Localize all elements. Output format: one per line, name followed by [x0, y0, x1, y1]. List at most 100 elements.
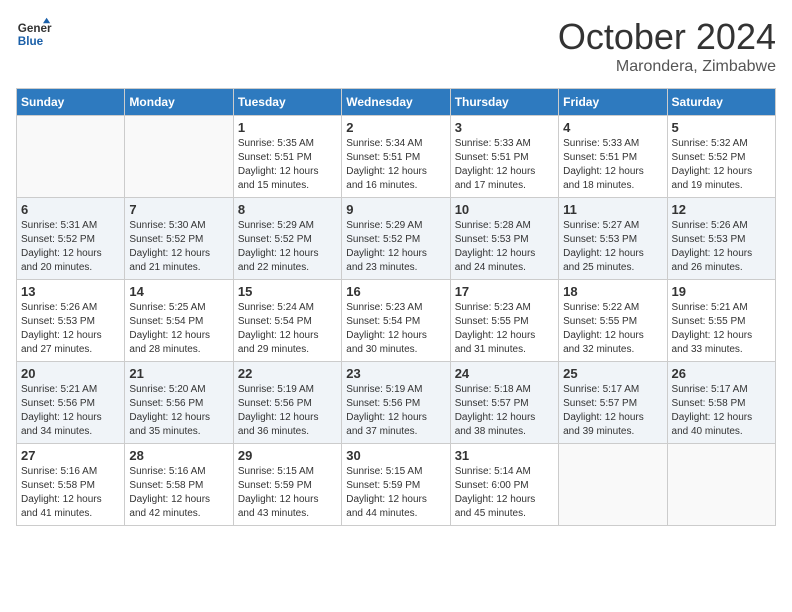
day-info: Sunrise: 5:26 AM Sunset: 5:53 PM Dayligh…	[21, 301, 120, 357]
page-header: General Blue October 2024 Marondera, Zim…	[16, 16, 776, 76]
calendar-week-5: 27 Sunrise: 5:16 AM Sunset: 5:58 PM Dayli…	[17, 444, 776, 526]
day-number: 11	[563, 202, 662, 217]
calendar-cell: 14Sunrise: 5:25 AM Sunset: 5:54 PM Dayli…	[125, 280, 233, 362]
svg-text:Blue: Blue	[18, 35, 44, 48]
day-info: Sunrise: 5:23 AM Sunset: 5:54 PM Dayligh…	[346, 301, 445, 357]
day-info: Sunrise: 5:35 AM Sunset: 5:51 PM Dayligh…	[238, 137, 337, 193]
day-number: 24	[455, 366, 554, 381]
day-number: 22	[238, 366, 337, 381]
day-number: 7	[129, 202, 228, 217]
day-info: Sunrise: 5:15 AM Sunset: 5:59 PM Dayligh…	[238, 465, 337, 521]
weekday-wednesday: Wednesday	[342, 89, 450, 116]
day-number: 27	[21, 448, 120, 463]
day-info: Sunrise: 5:26 AM Sunset: 5:53 PM Dayligh…	[672, 219, 771, 275]
day-number: 29	[238, 448, 337, 463]
calendar-cell: 29 Sunrise: 5:15 AM Sunset: 5:59 PM Dayli…	[233, 444, 341, 526]
calendar-cell: 27 Sunrise: 5:16 AM Sunset: 5:58 PM Dayli…	[17, 444, 125, 526]
weekday-header-row: SundayMondayTuesdayWednesdayThursdayFrid…	[17, 89, 776, 116]
day-number: 16	[346, 284, 445, 299]
day-number: 2	[346, 120, 445, 135]
day-number: 21	[129, 366, 228, 381]
calendar-week-1: 1Sunrise: 5:35 AM Sunset: 5:51 PM Daylig…	[17, 116, 776, 198]
day-number: 18	[563, 284, 662, 299]
calendar-cell: 24 Sunrise: 5:18 AM Sunset: 5:57 PM Dayli…	[450, 362, 558, 444]
calendar-cell: 11Sunrise: 5:27 AM Sunset: 5:53 PM Dayli…	[559, 198, 667, 280]
calendar-cell: 5 Sunrise: 5:32 AM Sunset: 5:52 PM Daylig…	[667, 116, 775, 198]
calendar-cell: 10 Sunrise: 5:28 AM Sunset: 5:53 PM Dayli…	[450, 198, 558, 280]
day-info: Sunrise: 5:18 AM Sunset: 5:57 PM Dayligh…	[455, 383, 554, 439]
calendar-cell: 18 Sunrise: 5:22 AM Sunset: 5:55 PM Dayli…	[559, 280, 667, 362]
day-info: Sunrise: 5:17 AM Sunset: 5:58 PM Dayligh…	[672, 383, 771, 439]
calendar-cell: 6Sunrise: 5:31 AM Sunset: 5:52 PM Daylig…	[17, 198, 125, 280]
weekday-saturday: Saturday	[667, 89, 775, 116]
day-info: Sunrise: 5:24 AM Sunset: 5:54 PM Dayligh…	[238, 301, 337, 357]
calendar-cell: 26 Sunrise: 5:17 AM Sunset: 5:58 PM Dayli…	[667, 362, 775, 444]
day-info: Sunrise: 5:16 AM Sunset: 5:58 PM Dayligh…	[21, 465, 120, 521]
location-title: Marondera, Zimbabwe	[558, 58, 776, 76]
day-info: Sunrise: 5:34 AM Sunset: 5:51 PM Dayligh…	[346, 137, 445, 193]
calendar-cell: 9 Sunrise: 5:29 AM Sunset: 5:52 PM Daylig…	[342, 198, 450, 280]
day-number: 19	[672, 284, 771, 299]
day-info: Sunrise: 5:29 AM Sunset: 5:52 PM Dayligh…	[238, 219, 337, 275]
calendar-week-2: 6Sunrise: 5:31 AM Sunset: 5:52 PM Daylig…	[17, 198, 776, 280]
weekday-monday: Monday	[125, 89, 233, 116]
day-info: Sunrise: 5:33 AM Sunset: 5:51 PM Dayligh…	[563, 137, 662, 193]
day-info: Sunrise: 5:22 AM Sunset: 5:55 PM Dayligh…	[563, 301, 662, 357]
weekday-tuesday: Tuesday	[233, 89, 341, 116]
day-number: 9	[346, 202, 445, 217]
weekday-friday: Friday	[559, 89, 667, 116]
calendar-week-3: 13 Sunrise: 5:26 AM Sunset: 5:53 PM Dayli…	[17, 280, 776, 362]
day-number: 4	[563, 120, 662, 135]
calendar-cell: 25Sunrise: 5:17 AM Sunset: 5:57 PM Dayli…	[559, 362, 667, 444]
day-info: Sunrise: 5:19 AM Sunset: 5:56 PM Dayligh…	[346, 383, 445, 439]
day-info: Sunrise: 5:20 AM Sunset: 5:56 PM Dayligh…	[129, 383, 228, 439]
day-number: 13	[21, 284, 120, 299]
day-info: Sunrise: 5:21 AM Sunset: 5:56 PM Dayligh…	[21, 383, 120, 439]
day-number: 15	[238, 284, 337, 299]
day-info: Sunrise: 5:15 AM Sunset: 5:59 PM Dayligh…	[346, 465, 445, 521]
day-number: 31	[455, 448, 554, 463]
calendar-cell: 20Sunrise: 5:21 AM Sunset: 5:56 PM Dayli…	[17, 362, 125, 444]
day-info: Sunrise: 5:32 AM Sunset: 5:52 PM Dayligh…	[672, 137, 771, 193]
calendar-cell: 19 Sunrise: 5:21 AM Sunset: 5:55 PM Dayli…	[667, 280, 775, 362]
calendar-cell: 8 Sunrise: 5:29 AM Sunset: 5:52 PM Daylig…	[233, 198, 341, 280]
day-info: Sunrise: 5:29 AM Sunset: 5:52 PM Dayligh…	[346, 219, 445, 275]
month-title: October 2024	[558, 16, 776, 58]
calendar-cell: 28 Sunrise: 5:16 AM Sunset: 5:58 PM Dayli…	[125, 444, 233, 526]
day-info: Sunrise: 5:17 AM Sunset: 5:57 PM Dayligh…	[563, 383, 662, 439]
calendar-cell: 15 Sunrise: 5:24 AM Sunset: 5:54 PM Dayli…	[233, 280, 341, 362]
calendar-cell	[667, 444, 775, 526]
day-number: 23	[346, 366, 445, 381]
day-number: 5	[672, 120, 771, 135]
calendar-week-4: 20Sunrise: 5:21 AM Sunset: 5:56 PM Dayli…	[17, 362, 776, 444]
calendar-cell	[559, 444, 667, 526]
day-info: Sunrise: 5:14 AM Sunset: 6:00 PM Dayligh…	[455, 465, 554, 521]
calendar-table: SundayMondayTuesdayWednesdayThursdayFrid…	[16, 88, 776, 526]
day-number: 17	[455, 284, 554, 299]
calendar-cell: 13 Sunrise: 5:26 AM Sunset: 5:53 PM Dayli…	[17, 280, 125, 362]
calendar-cell: 22 Sunrise: 5:19 AM Sunset: 5:56 PM Dayli…	[233, 362, 341, 444]
day-number: 26	[672, 366, 771, 381]
day-number: 10	[455, 202, 554, 217]
calendar-cell: 4 Sunrise: 5:33 AM Sunset: 5:51 PM Daylig…	[559, 116, 667, 198]
calendar-cell: 31 Sunrise: 5:14 AM Sunset: 6:00 PM Dayli…	[450, 444, 558, 526]
calendar-cell: 16 Sunrise: 5:23 AM Sunset: 5:54 PM Dayli…	[342, 280, 450, 362]
calendar-cell: 30 Sunrise: 5:15 AM Sunset: 5:59 PM Dayli…	[342, 444, 450, 526]
day-number: 8	[238, 202, 337, 217]
calendar-body: 1Sunrise: 5:35 AM Sunset: 5:51 PM Daylig…	[17, 116, 776, 526]
day-number: 14	[129, 284, 228, 299]
day-number: 30	[346, 448, 445, 463]
calendar-cell: 7 Sunrise: 5:30 AM Sunset: 5:52 PM Daylig…	[125, 198, 233, 280]
svg-text:General: General	[18, 22, 52, 35]
day-number: 6	[21, 202, 120, 217]
day-number: 28	[129, 448, 228, 463]
day-info: Sunrise: 5:21 AM Sunset: 5:55 PM Dayligh…	[672, 301, 771, 357]
day-number: 3	[455, 120, 554, 135]
day-info: Sunrise: 5:19 AM Sunset: 5:56 PM Dayligh…	[238, 383, 337, 439]
day-info: Sunrise: 5:16 AM Sunset: 5:58 PM Dayligh…	[129, 465, 228, 521]
day-info: Sunrise: 5:28 AM Sunset: 5:53 PM Dayligh…	[455, 219, 554, 275]
calendar-cell	[17, 116, 125, 198]
day-number: 12	[672, 202, 771, 217]
day-info: Sunrise: 5:30 AM Sunset: 5:52 PM Dayligh…	[129, 219, 228, 275]
calendar-cell	[125, 116, 233, 198]
